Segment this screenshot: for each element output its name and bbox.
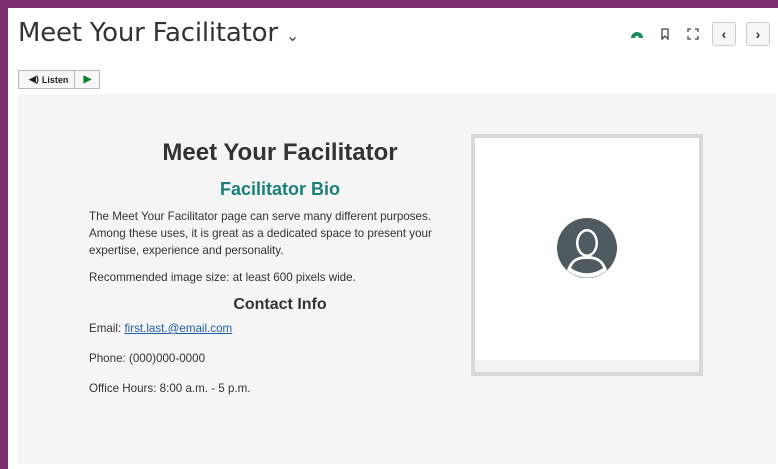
bio-text-column: Meet Your Facilitator Facilitator Bio Th… bbox=[89, 139, 453, 410]
avatar-icon bbox=[557, 218, 617, 278]
fullscreen-icon[interactable] bbox=[684, 25, 702, 43]
phone-line: Phone: (000)000-0000 bbox=[89, 352, 206, 365]
facilitator-photo-placeholder bbox=[471, 134, 703, 376]
listen-button[interactable]: ◀) Listen bbox=[19, 71, 76, 88]
bio-paragraph: The Meet Your Facilitator page can serve… bbox=[89, 210, 432, 257]
previous-page-button[interactable]: ‹ bbox=[712, 22, 736, 46]
toolbar: ‹ › bbox=[628, 22, 770, 46]
email-link[interactable]: first.last.@email.com bbox=[124, 322, 232, 335]
content-heading: Meet Your Facilitator bbox=[162, 139, 398, 166]
read-aloud-control: ◀) Listen ▶ bbox=[18, 70, 101, 89]
bookmark-icon[interactable] bbox=[656, 25, 674, 43]
listen-label: Listen bbox=[41, 74, 69, 85]
email-label: Email: bbox=[89, 322, 125, 335]
play-button[interactable]: ▶ bbox=[75, 71, 99, 88]
main-frame: Meet Your Facilitator ⌄ ‹ › ◀) Listen ▶ … bbox=[8, 8, 778, 469]
title-row: Meet Your Facilitator ⌄ bbox=[18, 18, 299, 48]
contact-heading: Contact Info bbox=[233, 296, 327, 313]
email-line: Email: first.last.@email.com bbox=[89, 320, 453, 337]
bio-subheading: Facilitator Bio bbox=[219, 179, 340, 199]
content-panel: Meet Your Facilitator Facilitator Bio Th… bbox=[18, 94, 776, 464]
play-icon: ▶ bbox=[83, 74, 92, 85]
progress-icon[interactable] bbox=[628, 25, 646, 43]
chevron-down-icon[interactable]: ⌄ bbox=[286, 26, 299, 46]
page-title: Meet Your Facilitator bbox=[18, 18, 278, 48]
photo-caption-strip bbox=[475, 360, 699, 372]
office-hours-line: Office Hours: 8:00 a.m. - 5 p.m. bbox=[89, 382, 251, 395]
speaker-icon: ◀) bbox=[29, 74, 39, 84]
next-page-button[interactable]: › bbox=[746, 22, 770, 46]
image-size-note: Recommended image size: at least 600 pix… bbox=[89, 271, 356, 284]
